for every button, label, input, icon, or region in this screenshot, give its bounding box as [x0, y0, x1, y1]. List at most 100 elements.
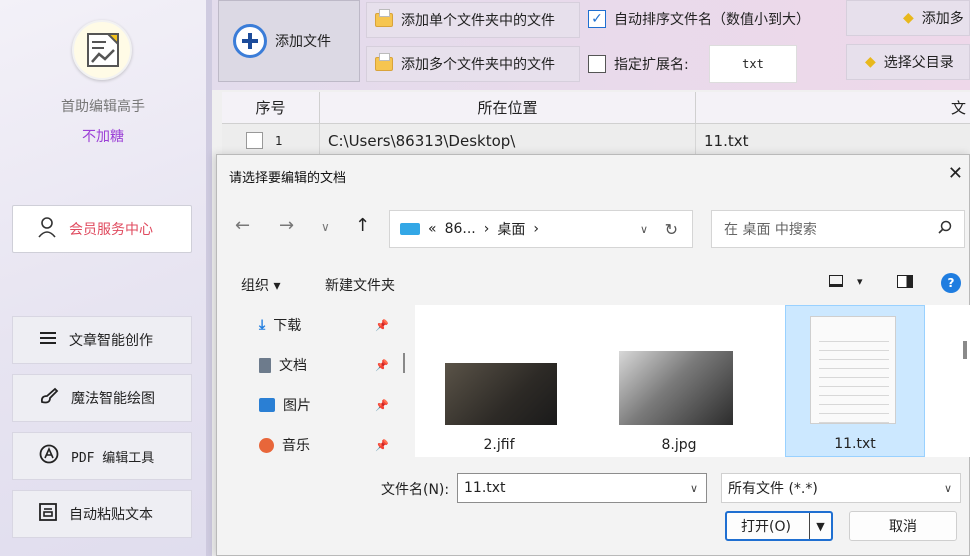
gem-icon: ◆ — [903, 10, 914, 26]
command-bar: 组织 ▾ 新建文件夹 ▾ ? — [217, 265, 970, 305]
preview-pane-icon[interactable] — [897, 275, 913, 288]
organize-menu[interactable]: 组织 ▾ — [241, 275, 280, 295]
sidebar: 首助编辑高手 不加糖 会员服务中心 文章智能创作 魔法智能绘图 PDF 编辑工具… — [0, 0, 212, 556]
cancel-button[interactable]: 取消 — [849, 511, 957, 541]
help-icon[interactable]: ? — [941, 273, 961, 293]
col-name[interactable]: 文 — [696, 92, 970, 123]
back-arrow-icon[interactable]: ← — [235, 215, 250, 236]
add-more-button[interactable]: ◆ 添加多 — [846, 0, 970, 36]
add-file-button[interactable]: 添加文件 — [218, 0, 360, 82]
nav-pictures[interactable]: 图片 — [259, 395, 311, 415]
row-name: 11.txt — [704, 131, 749, 150]
pin-icon[interactable]: 📌 — [375, 399, 389, 412]
chevron-down-icon[interactable]: ∨ — [944, 482, 952, 495]
forward-arrow-icon[interactable]: → — [279, 215, 294, 236]
path-current[interactable]: 桌面 — [497, 219, 525, 239]
nav-label: 图片 — [283, 398, 311, 414]
add-multi-folder-button[interactable]: 添加多个文件夹中的文件 — [366, 46, 580, 82]
refresh-icon[interactable]: ↻ — [665, 220, 678, 239]
nav-label: 下载 — [273, 318, 302, 334]
row-index: 1 — [275, 133, 283, 148]
ext-option[interactable]: 指定扩展名: — [588, 54, 689, 74]
brush-icon — [39, 387, 59, 409]
path-prefix: « — [428, 221, 437, 237]
filename-value: 11.txt — [464, 480, 506, 496]
desktop-icon — [400, 223, 420, 235]
address-bar[interactable]: « 86... › 桌面 › ∨ ↻ — [389, 210, 693, 248]
filename-input[interactable]: 11.txt ∨ — [457, 473, 707, 503]
document-icon — [259, 357, 271, 373]
recent-chevron-icon[interactable]: ∨ — [321, 220, 330, 234]
auto-sort-option[interactable]: ✓ 自动排序文件名（数值小到大） — [588, 9, 810, 29]
file-type-filter[interactable]: 所有文件 (*.*) ∨ — [721, 473, 961, 503]
row-location: C:\Users\86313\Desktop\ — [320, 124, 696, 157]
file-item[interactable]: 8.jpg — [609, 305, 749, 457]
search-input[interactable]: 在 桌面 中搜索 — [711, 210, 965, 248]
choose-parent-button[interactable]: ◆ 选择父目录 — [846, 44, 970, 80]
file-name: 11.txt — [834, 436, 876, 452]
extension-input[interactable]: txt — [709, 45, 797, 83]
open-dropdown-icon[interactable]: ▼ — [809, 513, 831, 539]
pin-icon[interactable]: 📌 — [375, 359, 389, 372]
open-button[interactable]: 打开(O) ▼ — [725, 511, 833, 541]
image-thumbnail — [445, 363, 557, 425]
menu-article-creation[interactable]: 文章智能创作 — [12, 316, 192, 364]
path-parent[interactable]: 86... — [445, 221, 476, 237]
nav-scrollbar[interactable] — [403, 353, 405, 373]
file-item-selected[interactable]: 11.txt — [785, 305, 925, 457]
chevron-down-icon[interactable]: ∨ — [690, 482, 698, 495]
filename-label: 文件名(N): — [381, 482, 450, 498]
music-icon — [259, 437, 274, 453]
file-name: 8.jpg — [661, 437, 697, 453]
path-sep-icon: › — [533, 221, 539, 237]
row-index-cell: 1 — [222, 124, 320, 157]
col-location[interactable]: 所在位置 — [320, 92, 696, 123]
file-table: 序号 所在位置 文 1 C:\Users\86313\Desktop\ 11.t… — [222, 92, 970, 158]
row-checkbox[interactable] — [246, 132, 263, 149]
folder-icon — [375, 9, 393, 27]
new-folder-button[interactable]: 新建文件夹 — [325, 275, 395, 295]
add-icon — [233, 24, 267, 58]
view-dropdown-icon[interactable]: ▾ — [857, 275, 863, 288]
table-row[interactable]: 1 C:\Users\86313\Desktop\ 11.txt — [222, 124, 970, 158]
address-dropdown-icon[interactable]: ∨ — [640, 223, 648, 236]
table-header: 序号 所在位置 文 — [222, 92, 970, 124]
col-index[interactable]: 序号 — [222, 92, 320, 123]
nav-documents[interactable]: 文档 — [259, 355, 307, 375]
close-icon[interactable]: ✕ — [948, 163, 963, 184]
file-item[interactable]: 2.jfif — [429, 305, 569, 457]
file-list-scrollbar[interactable] — [963, 341, 967, 359]
search-icon[interactable] — [938, 220, 952, 238]
file-list: 2.jfif 8.jpg 11.txt — [415, 305, 970, 457]
nav-music[interactable]: 音乐 — [259, 435, 310, 455]
open-file-dialog: 请选择要编辑的文档 ✕ ← → ∨ ↑ « 86... › 桌面 › ∨ ↻ 在… — [216, 154, 970, 556]
pin-icon[interactable]: 📌 — [375, 319, 389, 332]
open-label: 打开(O) — [741, 519, 791, 535]
app-name: 首助编辑高手 — [61, 99, 145, 115]
download-icon: ⤓ — [259, 317, 266, 333]
user-icon — [37, 216, 57, 242]
pin-icon[interactable]: 📌 — [375, 439, 389, 452]
nav-label: 音乐 — [282, 438, 310, 454]
navigation-bar: ← → ∨ ↑ « 86... › 桌面 › ∨ ↻ 在 桌面 中搜索 — [217, 203, 970, 251]
menu-magic-drawing[interactable]: 魔法智能绘图 — [12, 374, 192, 422]
menu-auto-paste[interactable]: 自动粘贴文本 — [12, 490, 192, 538]
toolbar: 添加文件 添加单个文件夹中的文件 添加多个文件夹中的文件 ✓ 自动排序文件名（数… — [212, 0, 970, 90]
member-service-label: 会员服务中心 — [69, 222, 153, 238]
app-subtitle[interactable]: 不加糖 — [0, 126, 206, 146]
add-single-folder-button[interactable]: 添加单个文件夹中的文件 — [366, 2, 580, 38]
nav-downloads[interactable]: ⤓ 下载 — [259, 315, 301, 335]
auto-sort-checkbox[interactable]: ✓ — [588, 10, 606, 28]
view-mode-icon[interactable] — [829, 275, 843, 287]
up-arrow-icon[interactable]: ↑ — [355, 215, 370, 236]
menu-pdf-tools[interactable]: PDF 编辑工具 — [12, 432, 192, 480]
pdf-icon — [39, 444, 59, 468]
paste-icon — [39, 503, 57, 525]
member-service-button[interactable]: 会员服务中心 — [12, 205, 192, 253]
choose-parent-label: 选择父目录 — [883, 55, 954, 71]
text-file-icon — [810, 316, 896, 424]
ext-checkbox[interactable] — [588, 55, 606, 73]
search-placeholder: 在 桌面 中搜索 — [724, 222, 817, 238]
gem-icon: ◆ — [865, 54, 876, 70]
dialog-title: 请选择要编辑的文档 — [229, 171, 347, 186]
